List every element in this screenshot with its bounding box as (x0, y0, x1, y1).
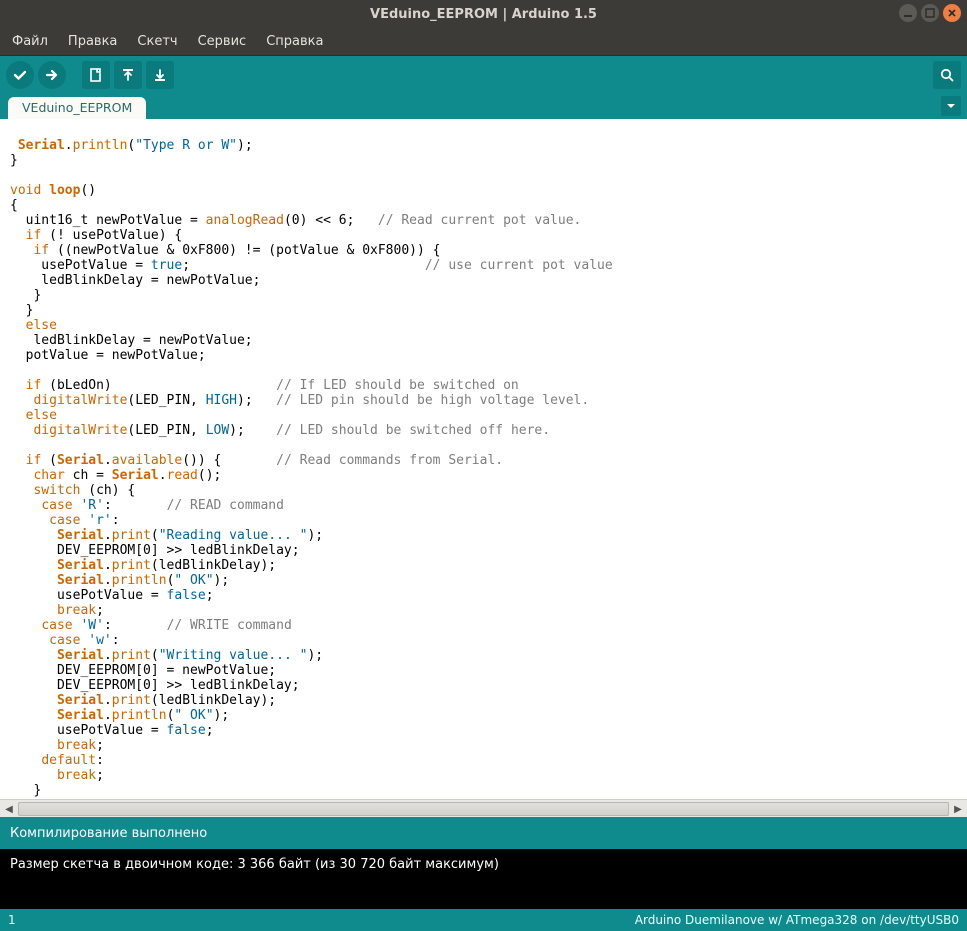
tabbar: VEduino_EEPROM (0, 94, 967, 118)
status-bar: Компилирование выполнено (0, 817, 967, 849)
menu-help[interactable]: Справка (262, 32, 327, 51)
serial-monitor-button[interactable] (933, 61, 961, 89)
open-button[interactable] (114, 61, 142, 89)
new-button[interactable] (82, 61, 110, 89)
menu-edit[interactable]: Правка (64, 32, 121, 51)
verify-button[interactable] (6, 61, 34, 89)
scroll-thumb[interactable] (18, 802, 949, 816)
scroll-right-icon[interactable]: ▶ (950, 801, 966, 817)
menu-sketch[interactable]: Скетч (133, 32, 181, 51)
upload-button[interactable] (38, 61, 66, 89)
titlebar: VEduino_EEPROM | Arduino 1.5 (0, 0, 967, 28)
horizontal-scrollbar[interactable]: ◀ ▶ (0, 799, 967, 817)
app-window: VEduino_EEPROM | Arduino 1.5 Файл Правка… (0, 0, 967, 931)
board-info: Arduino Duemilanove w/ ATmega328 on /dev… (635, 913, 959, 927)
code-editor[interactable]: Serial.println("Type R or W"); } void lo… (0, 119, 967, 799)
maximize-button[interactable] (921, 4, 939, 22)
window-title: VEduino_EEPROM | Arduino 1.5 (370, 7, 597, 22)
close-button[interactable] (943, 4, 961, 22)
editor-area: Serial.println("Type R or W"); } void lo… (0, 118, 967, 817)
menu-file[interactable]: Файл (8, 32, 52, 51)
window-buttons (899, 4, 961, 22)
tab-active[interactable]: VEduino_EEPROM (8, 97, 146, 119)
status-text: Компилирование выполнено (10, 826, 207, 841)
toolbar (0, 56, 967, 94)
scroll-left-icon[interactable]: ◀ (1, 801, 17, 817)
menu-service[interactable]: Сервис (194, 32, 251, 51)
line-number: 1 (8, 913, 16, 927)
save-button[interactable] (146, 61, 174, 89)
menubar: Файл Правка Скетч Сервис Справка (0, 28, 967, 56)
minimize-button[interactable] (899, 4, 917, 22)
console-line: Размер скетча в двоичном коде: 3 366 бай… (10, 857, 957, 872)
footer: 1 Arduino Duemilanove w/ ATmega328 on /d… (0, 909, 967, 931)
console: Размер скетча в двоичном коде: 3 366 бай… (0, 849, 967, 909)
tab-menu-button[interactable] (941, 96, 961, 116)
